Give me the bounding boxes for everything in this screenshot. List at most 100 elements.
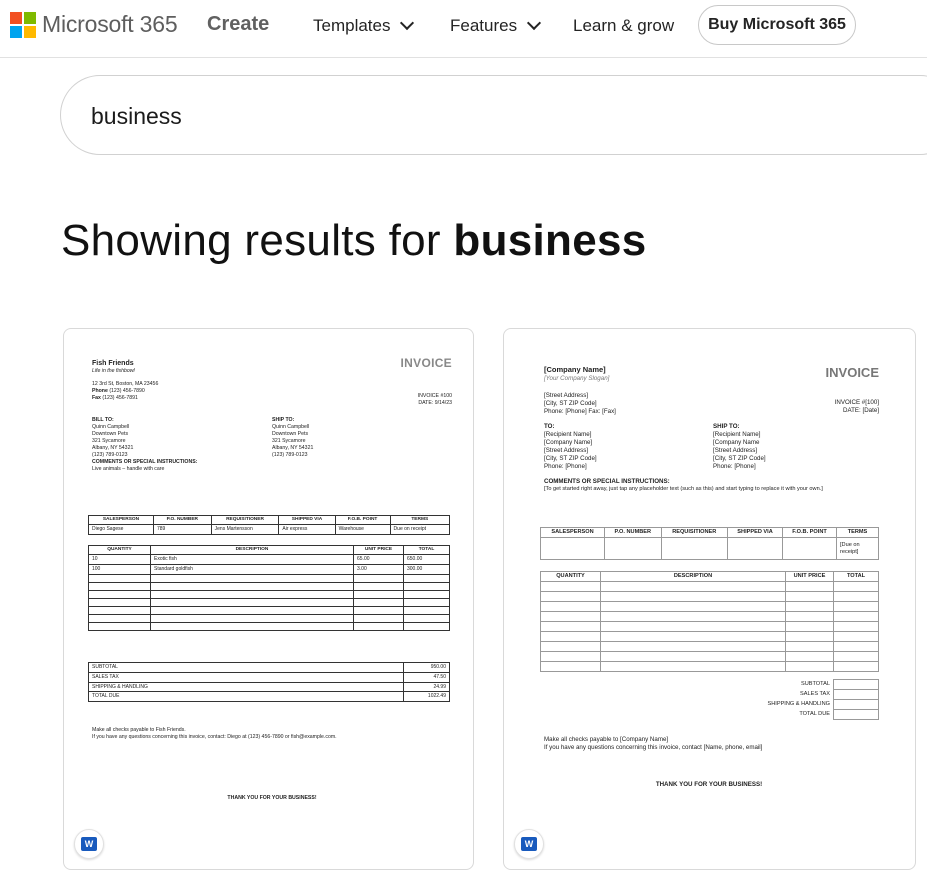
invoice-title: INVOICE: [400, 356, 452, 370]
to-line: Phone: [Phone]: [544, 463, 587, 471]
comments-block: COMMENTS OR SPECIAL INSTRUCTIONS: [To ge…: [544, 478, 884, 493]
buy-microsoft-365-button[interactable]: Buy Microsoft 365: [698, 5, 856, 45]
table-header: DESCRIPTION: [600, 570, 786, 583]
totals-value: 47.50: [403, 671, 450, 683]
invoice-number: INVOICE #[100]: [834, 399, 879, 406]
word-app-badge: W: [514, 829, 544, 859]
table-cell: Jens Martensson: [210, 524, 280, 536]
table-row: [540, 581, 879, 593]
bill-to-line: Albany, NY 54321: [92, 445, 134, 452]
template-card-blank-invoice[interactable]: [Company Name] [Your Company Slogan] [St…: [503, 328, 916, 870]
totals-value: 950.00: [403, 662, 450, 673]
table-row: [540, 641, 879, 653]
nav-templates-menu[interactable]: Templates: [313, 15, 415, 36]
table-header: TOTAL: [833, 570, 879, 583]
thank-you-text: THANK YOU FOR YOUR BUSINESS!: [227, 795, 317, 801]
totals-table: SUBTOTAL SALES TAX SHIPPING & HANDLING T…: [540, 679, 879, 720]
search-input[interactable]: business: [60, 75, 927, 155]
bill-to-line: Quinn Campbell: [92, 424, 130, 431]
comments-label: COMMENTS OR SPECIAL INSTRUCTIONS:: [92, 459, 198, 466]
table-row: [540, 621, 879, 633]
template-card-fish-friends-invoice[interactable]: Fish Friends Life in the fishbowl 12 3rd…: [63, 328, 474, 870]
invoice-preview: Fish Friends Life in the fishbowl 12 3rd…: [88, 356, 452, 801]
company-name: Fish Friends: [92, 360, 134, 367]
word-icon: W: [521, 837, 537, 851]
to-line: [Company Name]: [544, 439, 593, 447]
table-cell: Air express: [278, 524, 336, 536]
results-prefix: Showing results for: [61, 216, 454, 265]
company-phone: Phone: [Phone] Fax: [Fax]: [544, 407, 616, 415]
table-header: REQUISITIONER: [660, 526, 728, 539]
footer-line: If you have any questions concerning thi…: [544, 744, 763, 752]
table-header: P.O. NUMBER: [153, 514, 212, 526]
totals-label: SHIPPING & HANDLING: [88, 681, 404, 693]
ship-to-line: Albany, NY 54321: [272, 445, 314, 452]
table-cell: 789: [153, 524, 212, 536]
table-header: P.O. NUMBER: [603, 526, 662, 539]
nav-create-link[interactable]: Create: [207, 13, 269, 36]
table-cell: Standard goldfish: [150, 564, 354, 575]
nav-features-menu[interactable]: Features: [450, 15, 542, 36]
bill-to-line: Downtown Pets: [92, 431, 129, 438]
table-header: SALESPERSON: [540, 526, 605, 539]
table-cell: Warehouse: [334, 524, 391, 536]
nav-features-label: Features: [450, 16, 518, 35]
table-header: DESCRIPTION: [150, 544, 354, 556]
table-header: TERMS: [836, 526, 879, 539]
to-line: [City, ST ZIP Code]: [544, 455, 597, 463]
table-row: 10 Exotic fish 65.00 650.00: [88, 554, 450, 566]
totals-value: [833, 689, 879, 700]
table-header: F.O.B. POINT: [334, 514, 391, 526]
table-cell: Exotic fish: [150, 554, 354, 566]
table-header: UNIT PRICE: [785, 570, 834, 583]
table-row: 100 Standard goldfish 3.00 300.00: [88, 564, 450, 575]
bill-to-block: BILL TO: Quinn Campbell Downtown Pets 32…: [92, 417, 242, 473]
totals-label: TOTAL DUE: [799, 710, 830, 717]
logo-blue-square: [10, 26, 22, 38]
top-navigation: Microsoft 365 Create Templates Features …: [0, 0, 927, 58]
logo-green-square: [24, 12, 36, 24]
ship-to-label: SHIP TO:: [713, 423, 740, 430]
ship-to-line: (123) 789-0123: [272, 452, 308, 459]
ship-to-line: [Street Address]: [713, 447, 758, 455]
brand-name[interactable]: Microsoft 365: [42, 11, 178, 38]
search-input-value: business: [91, 103, 182, 129]
totals-value: [833, 709, 879, 720]
table-row: [88, 581, 450, 591]
results-query: business: [453, 216, 647, 265]
company-phone: Phone (123) 456-7890: [92, 388, 145, 395]
table-row: [540, 631, 879, 643]
totals-label: SUBTOTAL: [88, 662, 404, 673]
microsoft-logo-icon[interactable]: [10, 12, 36, 38]
invoice-footer: Make all checks payable to Fish Friends.…: [92, 727, 452, 741]
terms-cell: [Due on receipt]: [836, 537, 879, 561]
totals-label: SALES TAX: [800, 690, 830, 697]
comments-label: COMMENTS OR SPECIAL INSTRUCTIONS:: [544, 478, 670, 485]
totals-value: [833, 679, 879, 690]
table-cell: 300.00: [403, 564, 450, 575]
company-slogan: Life in the fishbowl: [92, 368, 135, 375]
comments-text: Live animals – handle with care: [92, 466, 165, 473]
table-header: REQUISITIONER: [210, 514, 280, 526]
comments-text: [To get started right away, just tap any…: [544, 486, 823, 493]
bill-to-line: (123) 789-0123: [92, 452, 128, 459]
invoice-title: INVOICE: [825, 365, 879, 380]
footer-line: If you have any questions concerning thi…: [92, 734, 337, 741]
totals-label: SALES TAX: [88, 671, 404, 683]
ship-to-line: 321 Sycamore: [272, 438, 306, 445]
ship-to-line: Downtown Pets: [272, 431, 309, 438]
invoice-preview: [Company Name] [Your Company Slogan] [St…: [540, 365, 879, 788]
table-row: [540, 611, 879, 623]
footer-line: Make all checks payable to Fish Friends.: [92, 727, 186, 733]
table-header: SHIPPED VIA: [726, 526, 784, 539]
logo-red-square: [10, 12, 22, 24]
table-cell: 10: [88, 554, 151, 566]
logo-yellow-square: [24, 26, 36, 38]
company-city: [City, ST ZIP Code]: [544, 399, 597, 407]
thank-you-text: THANK YOU FOR YOUR BUSINESS!: [655, 781, 763, 788]
nav-learn-link[interactable]: Learn & grow: [573, 16, 674, 36]
bill-to-label: BILL TO:: [92, 417, 114, 423]
to-block: TO: [Recipient Name] [Company Name] [Str…: [544, 423, 704, 471]
table-header: F.O.B. POINT: [782, 526, 837, 539]
word-app-badge: W: [74, 829, 104, 859]
